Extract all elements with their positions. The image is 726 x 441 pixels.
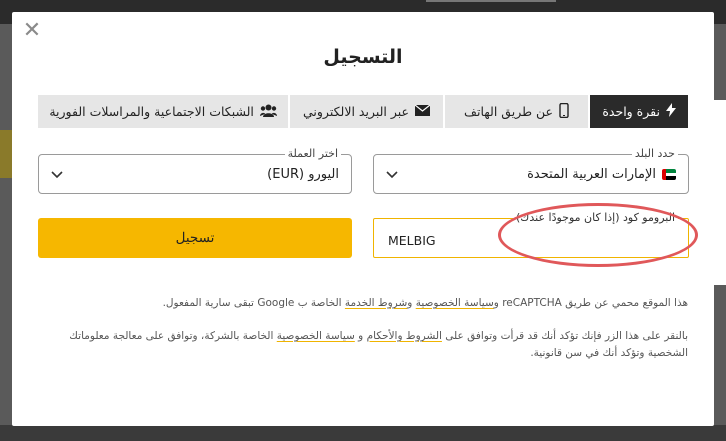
background-panel: [714, 100, 726, 285]
close-icon[interactable]: ✕: [20, 20, 44, 44]
google-terms-link[interactable]: شروط الخدمة: [345, 297, 407, 309]
promo-code-field[interactable]: البرومو كود (إذا كان موجودًا عندك) MELBI…: [373, 211, 689, 258]
tab-label: الشبكات الاجتماعية والمراسلات الفورية: [49, 104, 254, 119]
recaptcha-and: و: [407, 297, 416, 309]
bolt-icon: [665, 103, 676, 120]
tab-social[interactable]: الشبكات الاجتماعية والمراسلات الفورية: [38, 95, 289, 128]
background-footer: [0, 425, 726, 441]
phone-icon: [559, 102, 569, 121]
tab-label: عبر البريد الالكتروني: [303, 104, 409, 119]
tab-label: نقرة واحدة: [602, 104, 660, 119]
google-privacy-link[interactable]: سياسة الخصوصية: [416, 297, 494, 309]
privacy-link[interactable]: سياسة الخصوصية: [277, 330, 355, 342]
tab-label: عن طريق الهاتف: [464, 104, 553, 119]
country-label: حدد البلد: [631, 147, 678, 161]
background-strip: [0, 130, 12, 178]
terms-notice: بالنقر على هذا الزر فإنك تؤكد أنك قد قرأ…: [38, 328, 688, 362]
register-button[interactable]: تسجيل: [38, 218, 352, 258]
chevron-down-icon: [51, 165, 63, 185]
recaptcha-text: هذا الموقع محمي عن طريق reCAPTCHA و: [493, 297, 688, 309]
currency-value: اليورو (EUR): [267, 167, 339, 182]
currency-label: اختر العملة: [284, 147, 341, 161]
envelope-icon: [414, 104, 431, 119]
promo-code-value: MELBIG: [388, 233, 436, 248]
currency-select[interactable]: اختر العملة اليورو (EUR): [38, 147, 352, 194]
chevron-down-icon: [386, 165, 398, 185]
terms-link[interactable]: الشروط والأحكام: [367, 330, 442, 342]
promo-code-label: البرومو كود (إذا كان موجودًا عندك): [513, 211, 678, 225]
uae-flag-icon: [662, 169, 676, 180]
terms-text: بالنقر على هذا الزر فإنك تؤكد أنك قد قرأ…: [441, 330, 688, 342]
tab-email[interactable]: عبر البريد الالكتروني: [290, 95, 443, 128]
terms-and: و: [354, 330, 367, 342]
registration-tabs: نقرة واحدة عن طريق الهاتف عبر البريد الا…: [38, 95, 688, 128]
modal-title: التسجيل: [323, 46, 403, 68]
country-select[interactable]: حدد البلد الإمارات العربية المتحدة: [373, 147, 689, 194]
recaptcha-suffix: الخاصة ب Google تبقى سارية المفعول.: [162, 297, 345, 309]
registration-modal: ✕ التسجيل نقرة واحدة عن طريق الهاتف عبر …: [12, 12, 714, 426]
tab-phone[interactable]: عن طريق الهاتف: [444, 95, 589, 128]
recaptcha-notice: هذا الموقع محمي عن طريق reCAPTCHA وسياسة…: [38, 295, 688, 312]
tab-one-click[interactable]: نقرة واحدة: [590, 95, 688, 128]
country-value: الإمارات العربية المتحدة: [527, 167, 656, 182]
users-icon: [259, 104, 277, 120]
